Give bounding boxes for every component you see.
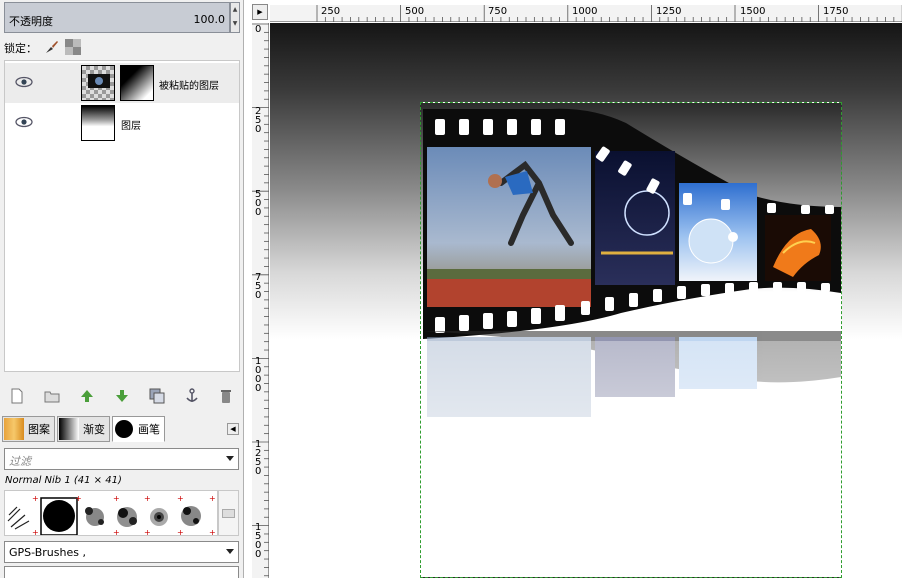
- new-layer-icon[interactable]: [9, 388, 25, 404]
- layer-row-background[interactable]: 图层: [5, 103, 239, 143]
- brush-swatch[interactable]: [85, 507, 104, 526]
- lock-pixels-icon[interactable]: [43, 39, 59, 58]
- gradient-icon: [59, 418, 79, 440]
- vertical-ruler[interactable]: 0 250 500 750 1000 1250 1500: [252, 23, 269, 578]
- ferris-wheel-photo: [595, 151, 675, 285]
- ruler-label: 1750: [823, 6, 849, 17]
- lock-label: 锁定：: [4, 42, 37, 55]
- svg-text:+: +: [32, 528, 39, 536]
- eye-icon[interactable]: [15, 115, 33, 129]
- tab-gradients[interactable]: 渐变: [57, 416, 110, 442]
- ruler-label: 1000: [572, 6, 598, 17]
- brush-swatch[interactable]: [117, 507, 137, 527]
- brush-swatch[interactable]: [7, 506, 30, 530]
- lock-row: 锁定：: [4, 38, 81, 58]
- image-canvas[interactable]: [420, 102, 842, 578]
- navigation-menu-button[interactable]: ▶: [252, 4, 268, 20]
- filmstrip-artwork: [421, 108, 841, 577]
- brush-set-combo[interactable]: GPS-Brushes ,: [4, 541, 239, 563]
- tab-label: 渐变: [83, 423, 105, 436]
- svg-text:+: +: [113, 528, 120, 536]
- svg-text:+: +: [32, 494, 39, 503]
- brush-swatch[interactable]: [181, 506, 201, 526]
- opacity-slider[interactable]: 不透明度 100.0: [4, 2, 230, 33]
- canvas-viewport[interactable]: [270, 23, 902, 578]
- layer-thumbnail: [81, 65, 115, 101]
- opacity-value: 100.0: [193, 13, 226, 26]
- ruler-label: 1250: [656, 6, 682, 17]
- brush-dock-tabs: 图案 渐变 画笔: [2, 416, 165, 442]
- filter-combo[interactable]: 过滤: [4, 448, 239, 470]
- layers-list: 被粘贴的图层 图层: [4, 60, 240, 372]
- lock-alpha-icon[interactable]: [65, 38, 81, 58]
- delete-layer-icon[interactable]: [218, 388, 234, 404]
- brush-swatch-selected[interactable]: [40, 497, 78, 535]
- image-window: ▶ 250 500 750 1000 1250 1500 1750 0 250 …: [252, 0, 902, 578]
- anchor-layer-icon[interactable]: [184, 388, 200, 404]
- new-layer-group-icon[interactable]: [44, 388, 60, 404]
- svg-text:+: +: [177, 528, 184, 536]
- opacity-label: 不透明度: [9, 15, 53, 28]
- svg-text:+: +: [209, 494, 216, 503]
- svg-text:+: +: [177, 494, 184, 503]
- layer-thumbnail: [81, 105, 115, 141]
- horizontal-ruler[interactable]: 250 500 750 1000 1250 1500 1750: [270, 5, 902, 22]
- ruler-label: 750: [255, 272, 262, 301]
- tab-label: 图案: [28, 423, 50, 436]
- layers-toolbar: [0, 386, 244, 406]
- ruler-label: 750: [488, 6, 508, 17]
- brush-icon: [114, 418, 134, 440]
- ruler-label: 1000: [255, 356, 262, 394]
- tab-label: 画笔: [138, 423, 160, 436]
- opacity-spin-buttons[interactable]: ▲ ▼: [230, 2, 240, 33]
- tab-patterns[interactable]: 图案: [2, 416, 55, 442]
- raise-layer-icon[interactable]: [79, 388, 95, 404]
- svg-text:+: +: [144, 528, 151, 536]
- ruler-label: 0: [255, 24, 262, 35]
- ruler-label: 250: [255, 106, 262, 135]
- chevron-down-icon: [226, 549, 234, 554]
- pattern-icon: [4, 418, 24, 440]
- ruler-label: 500: [255, 189, 262, 218]
- layer-name: 被粘贴的图层: [159, 81, 219, 92]
- chevron-down-icon: [226, 456, 234, 461]
- layer-name: 图层: [121, 121, 141, 132]
- brush-name: Normal Nib 1 (41 × 41): [5, 475, 122, 486]
- brush-set-value: GPS-Brushes ,: [9, 546, 86, 559]
- eye-icon[interactable]: [15, 75, 33, 89]
- filter-placeholder: 过滤: [9, 455, 31, 468]
- ruler-label: 500: [405, 6, 425, 17]
- layer-mask-thumbnail: [120, 65, 154, 101]
- svg-text:+: +: [113, 494, 120, 503]
- ruler-label: 1500: [255, 522, 262, 560]
- brush-options-field[interactable]: [4, 566, 239, 578]
- scrollbar-thumb[interactable]: [222, 509, 235, 518]
- layer-row-pasted[interactable]: 被粘贴的图层: [5, 63, 239, 103]
- brush-grid[interactable]: + + + + + + + + + + +: [4, 490, 218, 536]
- tab-menu-button[interactable]: ◀: [227, 423, 239, 435]
- duplicate-layer-icon[interactable]: [149, 388, 165, 404]
- svg-text:+: +: [209, 528, 216, 536]
- ruler-label: 250: [321, 6, 341, 17]
- brush-swatch[interactable]: [150, 508, 168, 526]
- svg-text:+: +: [75, 494, 82, 503]
- svg-text:+: +: [144, 494, 151, 503]
- ruler-label: 1500: [740, 6, 766, 17]
- lower-layer-icon[interactable]: [114, 388, 130, 404]
- ruler-label: 1250: [255, 439, 262, 477]
- layers-dock: 不透明度 100.0 ▲ ▼ 锁定： 被粘贴的图层 图层 图案 渐变 画笔 ◀ …: [0, 0, 244, 578]
- tab-brushes[interactable]: 画笔: [112, 416, 165, 442]
- brush-scrollbar[interactable]: [218, 490, 239, 536]
